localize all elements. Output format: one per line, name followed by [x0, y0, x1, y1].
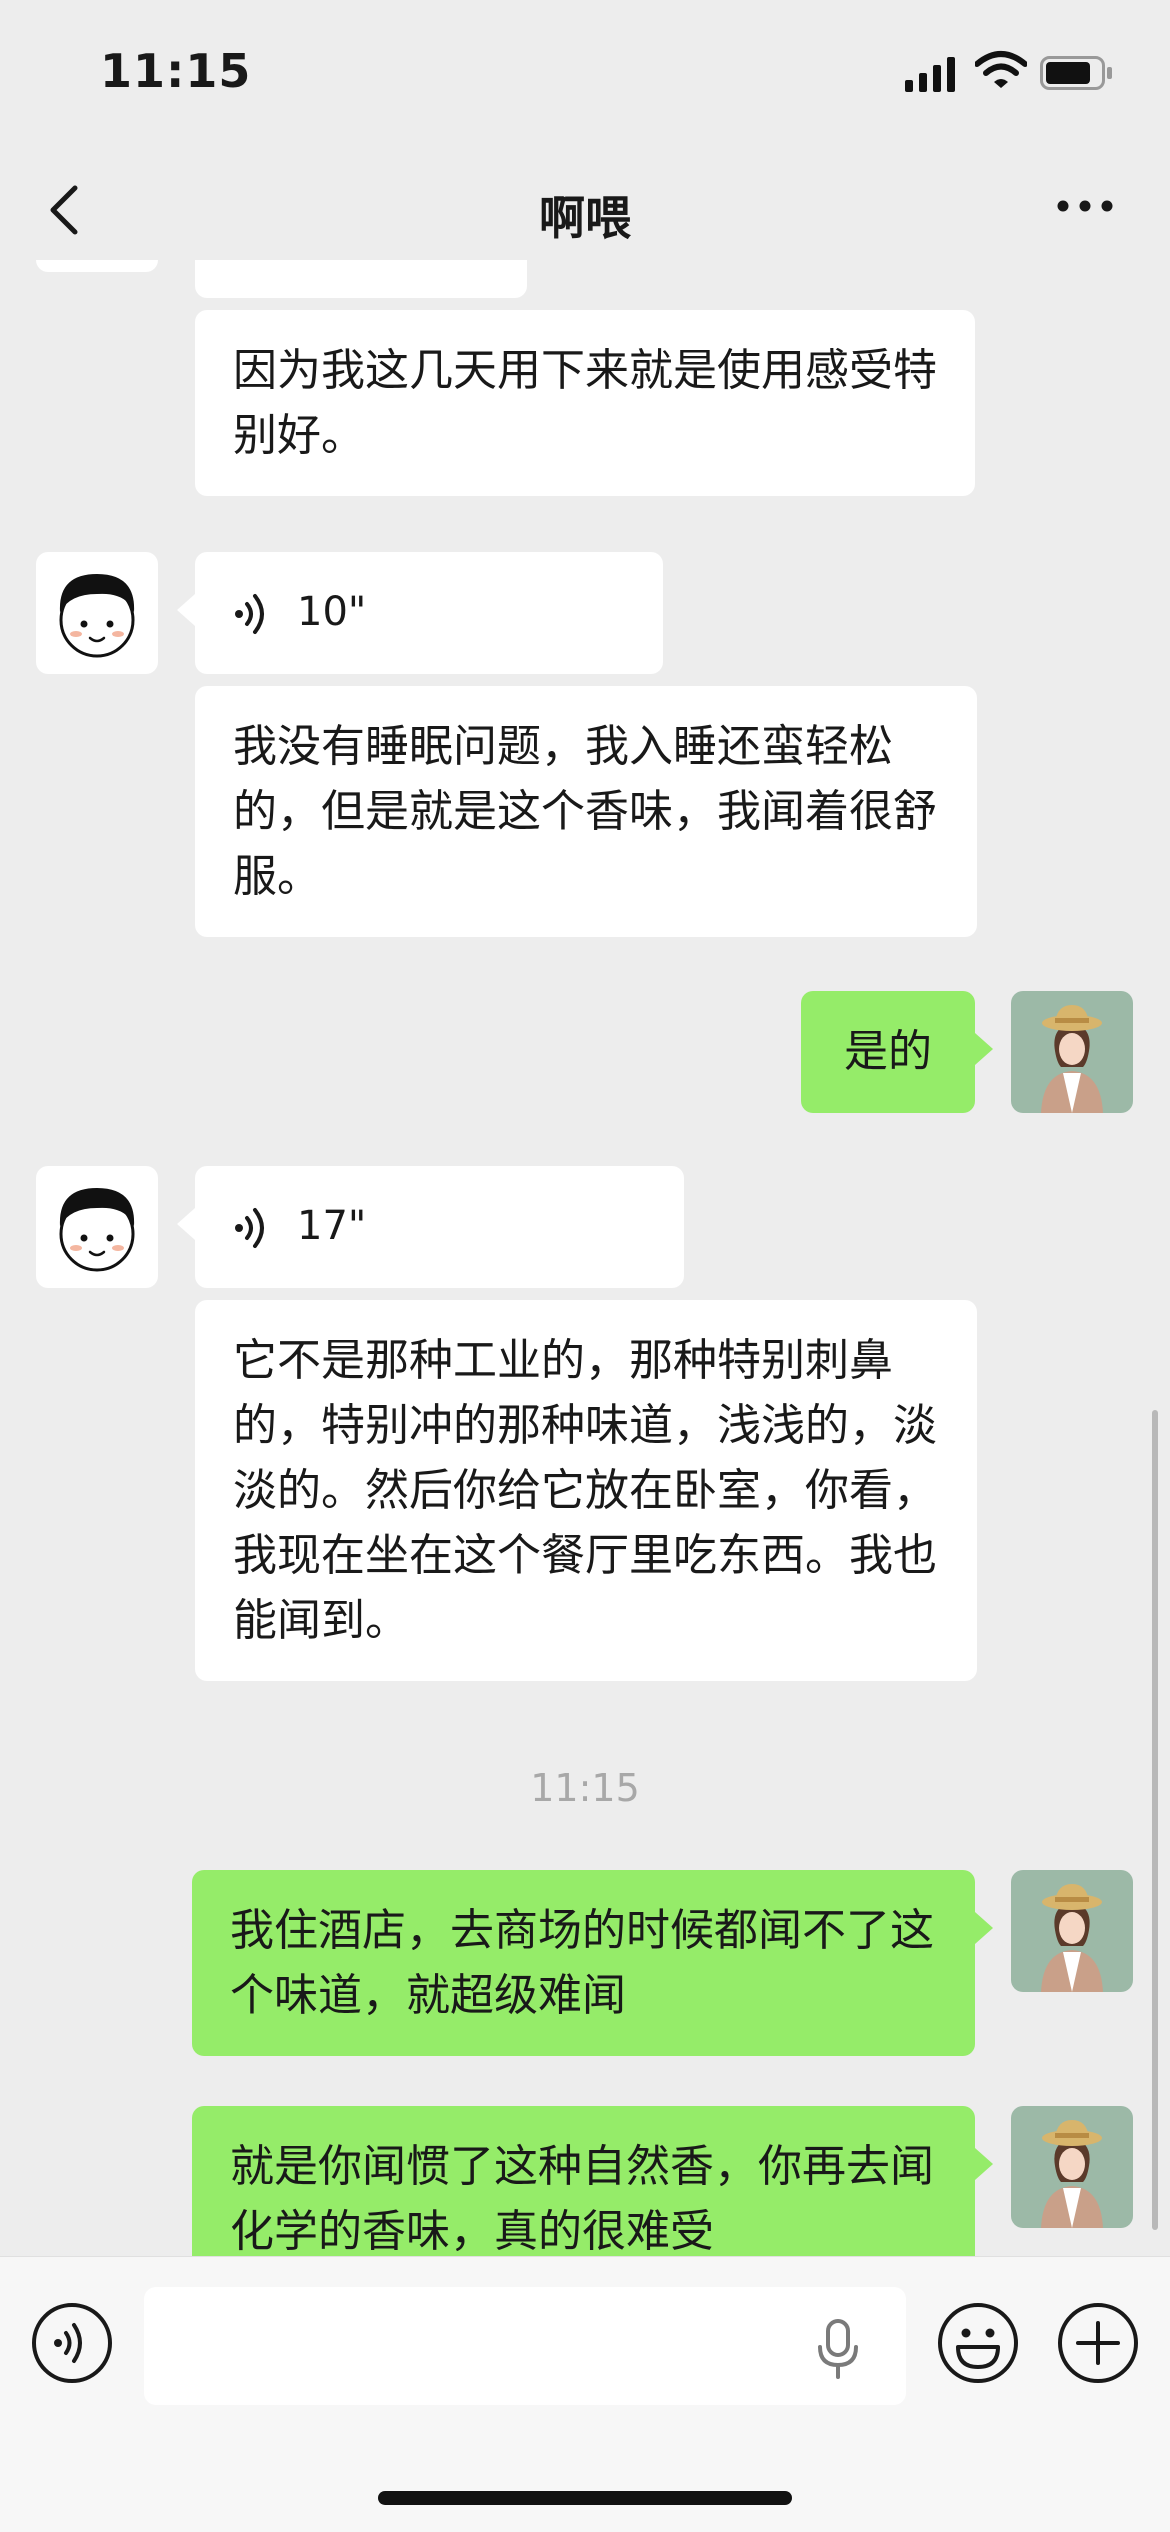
chat-header: 啊喂 — [0, 160, 1170, 260]
scrollbar[interactable] — [1152, 1410, 1158, 2230]
battery-icon — [1040, 56, 1112, 90]
voice-message-bubble[interactable]: 17" — [177, 1166, 684, 1288]
message-bubble-outgoing[interactable]: 就是你闻惯了这种自然香，你再去闻化学的香味，真的很难受 — [192, 2106, 993, 2256]
message-text: 我没有睡眠问题，我入睡还蛮轻松的，但是就是这个香味，我闻着很舒服。 — [233, 721, 937, 902]
status-time: 11:15 — [100, 44, 252, 98]
message-text: 就是你闻惯了这种自然香，你再去闻化学的香味，真的很难受 — [230, 2141, 934, 2256]
input-bar — [0, 2256, 1170, 2532]
message-bubble-outgoing[interactable]: 是的 — [801, 991, 993, 1113]
girl-avatar-icon — [1041, 1005, 1103, 1113]
voice-wave-icon — [235, 594, 264, 634]
message-bubble-outgoing[interactable]: 我住酒店，去商场的时候都闻不了这个味道，就超级难闻 — [192, 1870, 993, 2056]
boy-avatar-icon — [59, 1188, 135, 1272]
voice-message-bubble[interactable]: 10" — [177, 552, 663, 674]
voice-input-toggle-icon[interactable] — [30, 2301, 114, 2385]
message-bubble-incoming[interactable]: 它不是那种工业的，那种特别刺鼻的，特别冲的那种味道，浅浅的，淡淡的。然后你给它放… — [195, 1300, 977, 1681]
boy-avatar-icon — [59, 574, 135, 658]
message-bubble-incoming[interactable]: 我没有睡眠问题，我入睡还蛮轻松的，但是就是这个香味，我闻着很舒服。 — [195, 686, 977, 937]
voice-wave-icon — [235, 1208, 264, 1248]
message-text: 它不是那种工业的，那种特别刺鼻的，特别冲的那种味道，浅浅的，淡淡的。然后你给它放… — [233, 1335, 937, 1646]
message-timestamp: 11:15 — [530, 1766, 640, 1810]
microphone-icon[interactable] — [812, 2319, 864, 2379]
message-text: 我住酒店，去商场的时候都闻不了这个味道，就超级难闻 — [230, 1905, 934, 2021]
message-input[interactable] — [144, 2287, 906, 2405]
emoji-icon[interactable] — [936, 2301, 1020, 2385]
message-bubble-incoming[interactable]: 因为我这几天用下来就是使用感受特别好。 — [195, 310, 975, 496]
contact-avatar[interactable] — [36, 552, 158, 674]
message-text: 因为我这几天用下来就是使用感受特别好。 — [233, 345, 937, 461]
message-text: 是的 — [844, 1026, 932, 1077]
my-avatar[interactable] — [1011, 2106, 1133, 2228]
girl-avatar-icon — [1041, 2120, 1103, 2228]
more-options-icon[interactable] — [1055, 196, 1115, 216]
girl-avatar-icon — [1041, 1884, 1103, 1992]
cellular-signal-icon — [905, 57, 955, 92]
add-more-icon[interactable] — [1056, 2301, 1140, 2385]
voice-duration: 10" — [297, 589, 367, 635]
voice-duration: 17" — [297, 1203, 367, 1249]
home-indicator — [378, 2491, 792, 2505]
message-bubble-partial[interactable] — [195, 260, 527, 298]
contact-avatar[interactable] — [36, 1166, 158, 1288]
my-avatar[interactable] — [1011, 1870, 1133, 1992]
message-list[interactable]: 因为我这几天用下来就是使用感受特别好。 10" 我没有睡眠问题，我入睡还蛮轻松的… — [0, 260, 1170, 2256]
my-avatar[interactable] — [1011, 991, 1133, 1113]
status-bar: 11:15 — [0, 0, 1170, 140]
chat-title: 啊喂 — [539, 191, 631, 245]
contact-avatar[interactable] — [36, 260, 158, 272]
wifi-icon — [975, 51, 1027, 88]
